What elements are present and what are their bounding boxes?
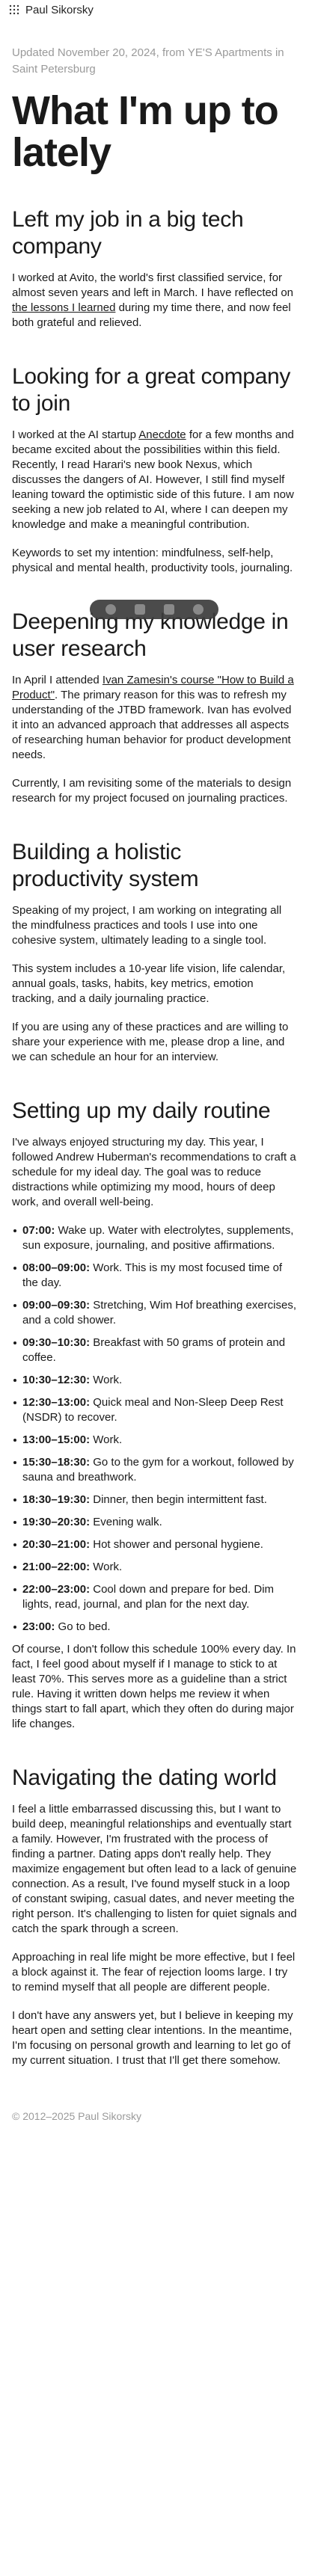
schedule-time: 09:00–09:30: — [22, 1299, 91, 1312]
paragraph: Keywords to set my intention: mindfulnes… — [12, 547, 293, 574]
list-item: 19:30–20:30: Evening walk. — [12, 1515, 297, 1530]
schedule-time: 23:00: — [22, 1620, 55, 1633]
page: Paul Sikorsky Updated November 20, 2024,… — [0, 0, 309, 2576]
lessons-link[interactable]: the lessons I learned — [12, 301, 115, 314]
list-item: 07:00: Wake up. Water with electrolytes,… — [12, 1223, 297, 1253]
text: for a few months and became excited abou… — [12, 428, 294, 531]
site-name-link[interactable]: Paul Sikorsky — [25, 4, 94, 16]
paragraph: I've always enjoyed structuring my day. … — [12, 1136, 296, 1208]
main-content: Updated November 20, 2024, from YE'S Apa… — [0, 45, 309, 2145]
paragraph: I feel a little embarrassed discussing t… — [12, 1803, 297, 1935]
schedule-time: 18:30–19:30: — [22, 1493, 91, 1506]
paragraph: Currently, I am revisiting some of the m… — [12, 777, 292, 805]
anecdote-link[interactable]: Anecdote — [138, 428, 186, 441]
schedule-time: 19:30–20:30: — [22, 1516, 91, 1528]
floating-toolbar[interactable] — [90, 600, 218, 619]
schedule-time: 07:00: — [22, 1224, 55, 1237]
list-item: 22:00–23:00: Cool down and prepare for b… — [12, 1582, 297, 1612]
schedule-time: 12:30–13:00: — [22, 1396, 91, 1409]
section-research: Deepening my knowledge in user research … — [12, 609, 297, 806]
list-item: 12:30–13:00: Quick meal and Non-Sleep De… — [12, 1395, 297, 1425]
schedule-time: 20:30–21:00: — [22, 1538, 91, 1551]
section-job: Left my job in a big tech company I work… — [12, 206, 297, 331]
section-title-dating: Navigating the dating world — [12, 1765, 277, 1790]
text: I worked at Avito, the world's first cla… — [12, 271, 294, 299]
list-item: 21:00–22:00: Work. — [12, 1560, 297, 1575]
schedule-time: 13:00–15:00: — [22, 1433, 91, 1446]
list-item: 15:30–18:30: Go to the gym for a workout… — [12, 1455, 297, 1485]
text: I worked at the AI startup — [12, 428, 139, 441]
schedule-text: Wake up. Water with electrolytes, supple… — [22, 1224, 294, 1252]
list-item: 10:30–12:30: Work. — [12, 1373, 297, 1388]
toolbar-close-icon[interactable] — [192, 604, 204, 615]
schedule-text: Go to bed. — [55, 1620, 111, 1633]
schedule-text: Work. — [90, 1374, 123, 1386]
toolbar-play-icon[interactable] — [105, 604, 116, 615]
section-title-routine: Setting up my daily routine — [12, 1098, 271, 1123]
section-productivity: Building a holistic productivity system … — [12, 839, 297, 1065]
list-item: 20:30–21:00: Hot shower and personal hyg… — [12, 1537, 297, 1552]
section-company: Looking for a great company to join I wo… — [12, 363, 297, 576]
list-item: 23:00: Go to bed. — [12, 1620, 297, 1635]
section-dating: Navigating the dating world I feel a lit… — [12, 1765, 297, 2068]
paragraph: I worked at the AI startup Anecdote for … — [12, 428, 297, 532]
paragraph: I don't have any answers yet, but I beli… — [12, 2009, 293, 2067]
list-item: 09:00–09:30: Stretching, Wim Hof breathi… — [12, 1298, 297, 1328]
schedule-list: 07:00: Wake up. Water with electrolytes,… — [12, 1223, 297, 1635]
schedule-text: Work. — [90, 1433, 123, 1446]
toolbar-capture-icon[interactable] — [163, 604, 174, 615]
site-header: Paul Sikorsky — [0, 0, 309, 19]
schedule-time: 10:30–12:30: — [22, 1374, 91, 1386]
section-routine: Setting up my daily routine I've always … — [12, 1098, 297, 1732]
page-title: What I'm up to lately — [12, 88, 279, 175]
section-title-company: Looking for a great company to join — [12, 364, 291, 416]
schedule-time: 08:00–09:00: — [22, 1261, 91, 1274]
list-item: 13:00–15:00: Work. — [12, 1433, 297, 1448]
paragraph: This system includes a 10-year life visi… — [12, 962, 286, 1005]
schedule-time: 15:30–18:30: — [22, 1456, 91, 1469]
text: . The primary reason for this was to ref… — [12, 689, 292, 761]
list-item: 18:30–19:30: Dinner, then begin intermit… — [12, 1493, 297, 1507]
toolbar-screen-icon[interactable] — [134, 604, 145, 615]
schedule-time: 21:00–22:00: — [22, 1561, 91, 1573]
paragraph: Speaking of my project, I am working on … — [12, 904, 282, 947]
text: In April I attended — [12, 674, 103, 686]
schedule-text: Evening walk. — [90, 1516, 162, 1528]
schedule-text: Hot shower and personal hygiene. — [90, 1538, 263, 1551]
schedule-time: 22:00–23:00: — [22, 1583, 91, 1596]
schedule-text: Dinner, then begin intermittent fast. — [90, 1493, 267, 1506]
list-item: 08:00–09:00: Work. This is my most focus… — [12, 1261, 297, 1291]
list-item: 09:30–10:30: Breakfast with 50 grams of … — [12, 1335, 297, 1365]
grid-dots-icon[interactable] — [9, 4, 19, 15]
section-title-job: Left my job in a big tech company — [12, 207, 244, 259]
updated-note: Updated November 20, 2024, from YE'S Apa… — [12, 46, 284, 76]
schedule-text: Work. — [90, 1561, 123, 1573]
paragraph: If you are using any of these practices … — [12, 1021, 289, 1063]
paragraph: In April I attended Ivan Zamesin's cours… — [12, 673, 297, 763]
paragraph: Of course, I don't follow this schedule … — [12, 1643, 296, 1730]
site-footer: © 2012–2025 Paul Sikorsky — [12, 2110, 141, 2122]
paragraph: Approaching in real life might be more e… — [12, 1951, 296, 1994]
paragraph: I worked at Avito, the world's first cla… — [12, 271, 297, 331]
section-title-productivity: Building a holistic productivity system — [12, 840, 199, 891]
schedule-time: 09:30–10:30: — [22, 1336, 91, 1349]
